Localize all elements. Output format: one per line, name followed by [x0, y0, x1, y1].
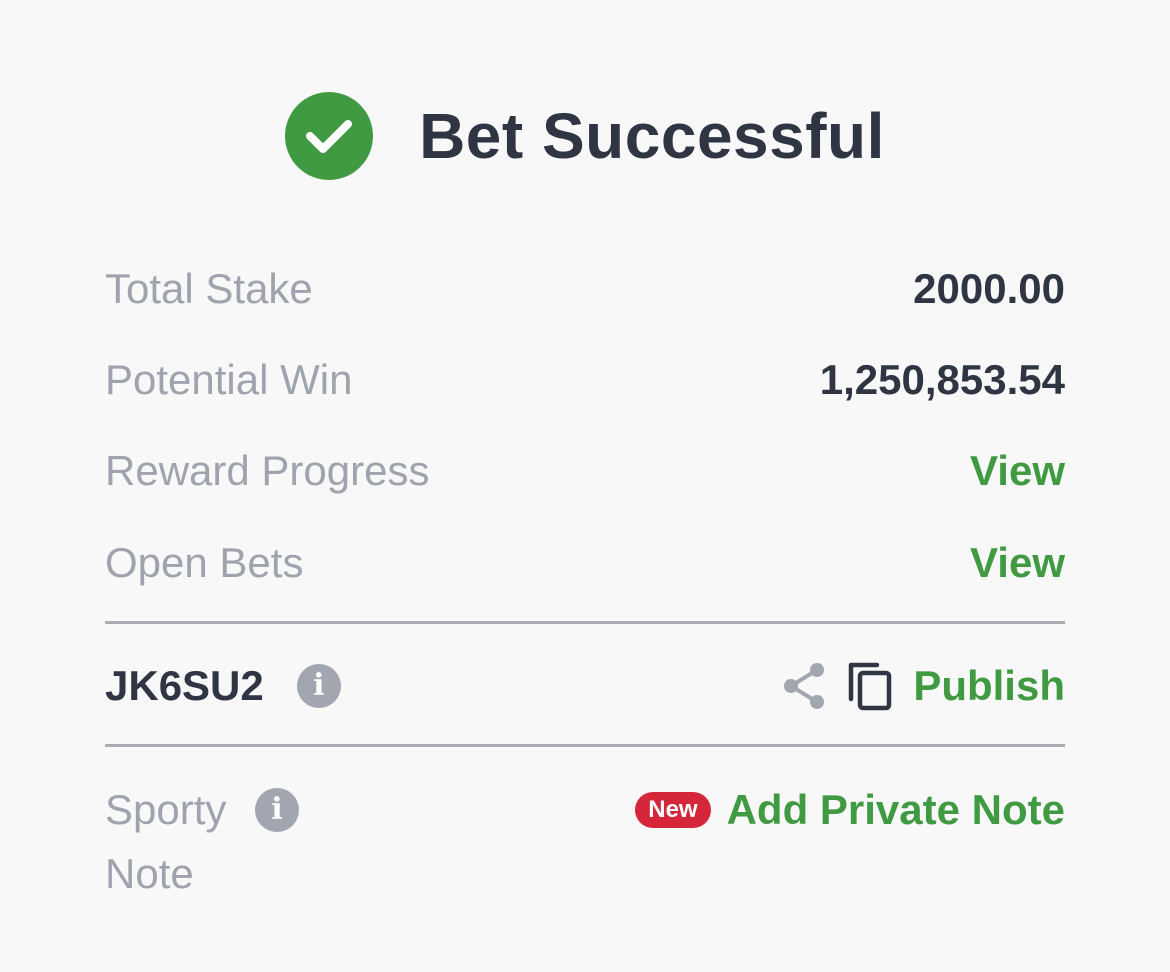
- page-title: Bet Successful: [419, 100, 885, 172]
- check-circle-icon: [285, 92, 374, 180]
- success-header: Bet Successful: [0, 92, 1170, 180]
- reward-progress-row: Reward Progress View: [105, 444, 1065, 498]
- share-icon[interactable]: [783, 662, 827, 710]
- divider: [105, 621, 1065, 624]
- total-stake-label: Total Stake: [105, 265, 313, 312]
- copy-icon[interactable]: [847, 661, 893, 711]
- open-bets-label: Open Bets: [105, 539, 304, 586]
- reward-progress-view-link[interactable]: View: [970, 447, 1065, 495]
- info-icon[interactable]: i: [255, 788, 299, 832]
- potential-win-value: 1,250,853.54: [819, 356, 1065, 403]
- new-badge: New: [635, 792, 711, 828]
- sporty-note-row: Sporty Note i New Add Private Note: [105, 778, 1065, 906]
- publish-button[interactable]: Publish: [913, 662, 1065, 710]
- booking-code: JK6SU2: [105, 662, 264, 709]
- divider: [105, 744, 1065, 747]
- open-bets-row: Open Bets View: [105, 536, 1065, 590]
- booking-code-row: JK6SU2 i Publish: [105, 658, 1065, 714]
- total-stake-row: Total Stake 2000.00: [105, 262, 1065, 316]
- potential-win-label: Potential Win: [105, 356, 353, 403]
- potential-win-row: Potential Win 1,250,853.54: [105, 353, 1065, 407]
- info-icon[interactable]: i: [296, 664, 341, 708]
- open-bets-view-link[interactable]: View: [970, 539, 1065, 587]
- reward-progress-label: Reward Progress: [105, 447, 430, 494]
- add-private-note-button[interactable]: Add Private Note: [727, 786, 1065, 834]
- total-stake-value: 2000.00: [913, 265, 1065, 312]
- sporty-note-label: Sporty Note: [105, 786, 227, 897]
